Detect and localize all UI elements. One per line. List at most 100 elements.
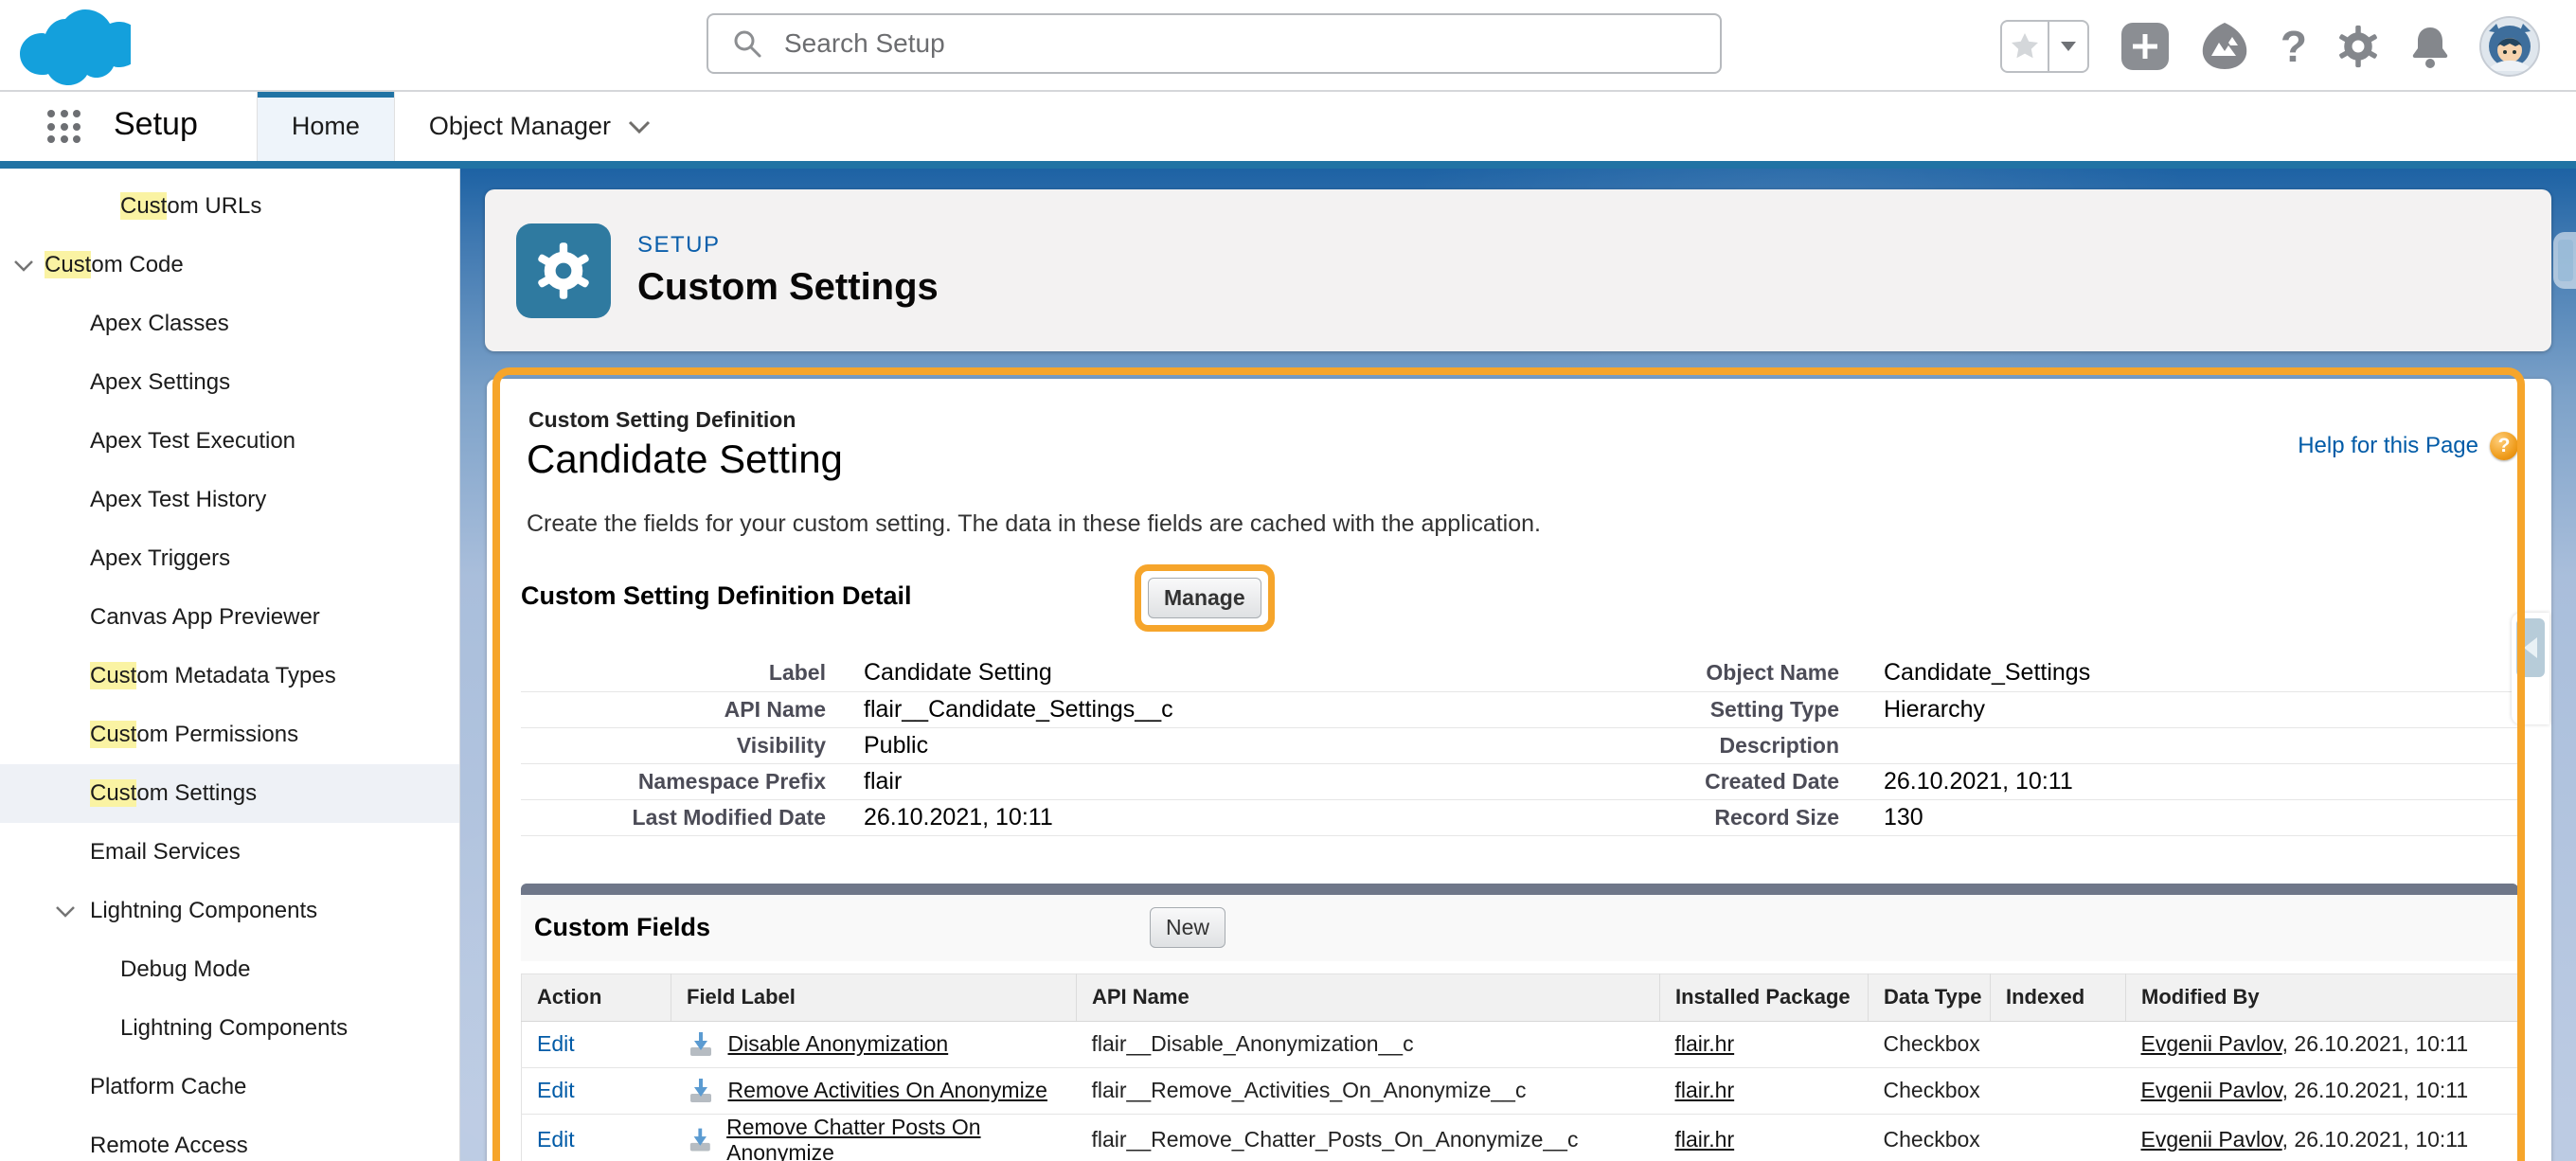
package-link[interactable]: flair.hr	[1675, 1031, 1735, 1056]
sidebar-item-lightning-components[interactable]: Lightning Components	[0, 882, 459, 940]
chevron-down-icon[interactable]	[13, 252, 34, 278]
package-link[interactable]: flair.hr	[1675, 1078, 1735, 1102]
package-link[interactable]: flair.hr	[1675, 1127, 1735, 1152]
salesforce-logo	[19, 8, 131, 85]
column-header-api-name[interactable]: API Name	[1077, 973, 1660, 1021]
sidebar-item-label: Apex Test Execution	[90, 428, 295, 455]
sidebar-item-custom-permissions[interactable]: Custom Permissions	[0, 706, 459, 764]
modified-by-link[interactable]: Evgenii Pavlov	[2141, 1078, 2282, 1102]
sidebar-item-apex-settings[interactable]: Apex Settings	[0, 353, 459, 412]
field-label-link[interactable]: Remove Chatter Posts On Anonymize	[726, 1115, 1076, 1161]
sidebar-item-label: Platform Cache	[90, 1074, 246, 1100]
help-question-icon[interactable]: ?	[2490, 432, 2518, 460]
sidebar-item-platform-cache[interactable]: Platform Cache	[0, 1058, 459, 1116]
column-header-action[interactable]: Action	[522, 973, 671, 1021]
edit-link[interactable]: Edit	[537, 1031, 575, 1056]
modified-by-cell: Evgenii Pavlov, 26.10.2021, 10:11	[2126, 1114, 2519, 1161]
field-label-cell: Remove Activities On Anonymize	[671, 1067, 1077, 1114]
column-header-data-type[interactable]: Data Type	[1869, 973, 1991, 1021]
sidebar-item-label: Remote Access	[90, 1133, 248, 1159]
tab-home[interactable]: Home	[257, 92, 395, 161]
detail-section-title: Custom Setting Definition Detail	[521, 581, 912, 610]
edge-floating-tab[interactable]	[2553, 232, 2576, 289]
detail-value: Candidate_Settings	[1852, 655, 2518, 691]
detail-value: 130	[1852, 799, 2518, 835]
modified-by-cell: Evgenii Pavlov, 26.10.2021, 10:11	[2126, 1067, 2519, 1114]
sidebar-item-label: Email Services	[90, 839, 241, 866]
user-avatar[interactable]	[2479, 16, 2540, 77]
sidebar-item-lightning-components[interactable]: Lightning Components	[0, 999, 459, 1058]
quickfind-highlight: Cust	[120, 192, 167, 220]
detail-label: Record Size	[1445, 799, 1852, 835]
edit-link[interactable]: Edit	[537, 1127, 575, 1152]
column-header-indexed[interactable]: Indexed	[1991, 973, 2126, 1021]
modified-by-link[interactable]: Evgenii Pavlov	[2141, 1127, 2282, 1152]
main-region: SETUP Custom Settings Custom Setting Def…	[460, 169, 2576, 1161]
detail-value: flair__Candidate_Settings__c	[839, 691, 1445, 727]
sidebar-item-custom-metadata-types[interactable]: Custom Metadata Types	[0, 647, 459, 706]
field-label-link[interactable]: Remove Activities On Anonymize	[728, 1078, 1047, 1103]
edit-link[interactable]: Edit	[537, 1078, 575, 1102]
sidebar-item-label: Custom Settings	[90, 780, 257, 807]
field-label-link[interactable]: Disable Anonymization	[728, 1031, 949, 1057]
setup-search	[707, 13, 1722, 74]
detail-label: Label	[521, 655, 839, 691]
column-header-installed-package[interactable]: Installed Package	[1660, 973, 1869, 1021]
sidebar-item-custom-urls[interactable]: Custom URLs	[0, 177, 459, 236]
sidebar-item-apex-test-execution[interactable]: Apex Test Execution	[0, 412, 459, 471]
action-cell: Edit	[522, 1114, 671, 1161]
chevron-down-icon[interactable]	[55, 898, 76, 924]
new-field-button[interactable]: New	[1150, 907, 1225, 948]
detail-value: flair	[839, 763, 1445, 799]
search-input[interactable]	[784, 28, 1720, 59]
table-row: EditDisable Anonymizationflair__Disable_…	[522, 1021, 2519, 1067]
app-launcher-waffle-icon[interactable]	[47, 110, 81, 144]
trailhead-button[interactable]	[2197, 20, 2252, 73]
detail-label: Visibility	[521, 727, 839, 763]
entity-type-label: Custom Setting Definition	[528, 407, 843, 433]
column-header-field-label[interactable]: Field Label	[671, 973, 1077, 1021]
sidebar-item-apex-classes[interactable]: Apex Classes	[0, 295, 459, 353]
sidebar-item-debug-mode[interactable]: Debug Mode	[0, 940, 459, 999]
help-for-this-page-link[interactable]: Help for this Page	[2298, 433, 2478, 459]
notifications-button[interactable]	[2409, 24, 2451, 69]
collapse-panel-toggle[interactable]	[2512, 613, 2549, 724]
sidebar-item-custom-code[interactable]: Custom Code	[0, 236, 459, 295]
sidebar-item-label: Custom URLs	[120, 193, 261, 220]
setup-button[interactable]	[2335, 24, 2381, 69]
page-title: Custom Settings	[637, 266, 939, 309]
installed-package-cell: flair.hr	[1660, 1067, 1869, 1114]
sidebar-item-apex-test-history[interactable]: Apex Test History	[0, 471, 459, 529]
detail-value: Candidate Setting	[839, 655, 1445, 691]
column-header-modified-by[interactable]: Modified By	[2126, 973, 2519, 1021]
quickfind-highlight: Cust	[90, 779, 136, 807]
candidate-setting-panel: Custom Setting Definition Candidate Sett…	[487, 379, 2551, 1161]
sidebar-item-label: Lightning Components	[90, 898, 317, 924]
modified-by-link[interactable]: Evgenii Pavlov	[2141, 1031, 2282, 1056]
sidebar-item-canvas-app-previewer[interactable]: Canvas App Previewer	[0, 588, 459, 647]
sidebar-item-apex-triggers[interactable]: Apex Triggers	[0, 529, 459, 588]
detail-row: VisibilityPublicDescription	[521, 727, 2518, 763]
quick-add-button[interactable]	[2121, 23, 2169, 70]
manage-button[interactable]: Manage	[1148, 578, 1261, 618]
tab-object-manager[interactable]: Object Manager	[395, 92, 685, 161]
action-cell: Edit	[522, 1067, 671, 1114]
sidebar-item-custom-settings[interactable]: Custom Settings	[0, 764, 459, 823]
table-row: Edit Remove Chatter Posts On Anonymize fla…	[522, 1114, 2519, 1161]
custom-settings-gear-icon	[516, 223, 611, 318]
setup-tree-sidebar: Custom URLs Custom CodeApex ClassesApex S…	[0, 169, 460, 1161]
favorites-star-icon[interactable]	[2000, 20, 2049, 73]
quickfind-highlight: Cust	[90, 721, 136, 748]
app-name: Setup	[114, 106, 198, 161]
favorites-caret-icon[interactable]	[2049, 20, 2089, 73]
help-button[interactable]: ?	[2281, 21, 2307, 72]
sidebar-item-remote-access[interactable]: Remote Access	[0, 1116, 459, 1161]
indexed-cell	[1991, 1021, 2126, 1067]
detail-value	[1852, 727, 2518, 763]
installed-package-icon	[687, 1077, 715, 1105]
global-header: ?	[0, 0, 2576, 92]
bell-icon	[2409, 24, 2451, 69]
sidebar-item-email-services[interactable]: Email Services	[0, 823, 459, 882]
sidebar-item-label: Debug Mode	[120, 956, 250, 983]
detail-table: LabelCandidate SettingObject NameCandida…	[521, 655, 2518, 836]
